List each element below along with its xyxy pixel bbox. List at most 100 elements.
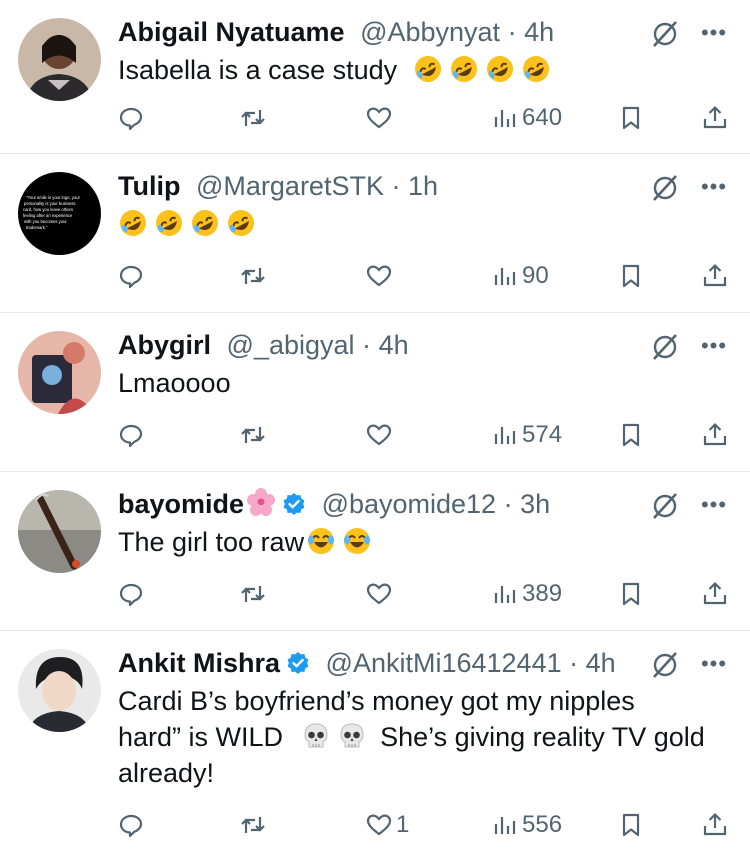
display-name[interactable]: Ankit Mishra [118, 648, 280, 678]
repost-button[interactable] [240, 578, 266, 610]
user-handle[interactable]: @Abbynyat [360, 17, 500, 47]
repost-icon [240, 105, 266, 131]
tweet-header: Abygirl @_abigyal · 4h [118, 327, 640, 363]
avatar[interactable] [18, 18, 101, 101]
user-handle[interactable]: @AnkitMi16412441 [326, 648, 562, 678]
emoji-row [306, 527, 378, 557]
rofl-emoji [521, 54, 551, 84]
user-handle[interactable]: @bayomide12 [322, 489, 497, 519]
tweet[interactable]: Ankit Mishra @AnkitMi16412441 · 4h ••• C… [0, 631, 750, 866]
display-name[interactable]: Abygirl [118, 330, 211, 360]
rofl-emoji [413, 54, 443, 84]
tweet-text-segment: hard” is WILD [118, 722, 284, 752]
verified-badge-icon[interactable] [282, 489, 306, 515]
share-button[interactable] [702, 102, 728, 134]
bookmark-button[interactable] [618, 809, 644, 841]
separator-dot: · [507, 17, 517, 47]
like-button[interactable] [366, 102, 392, 134]
grok-icon[interactable] [650, 332, 680, 362]
repost-button[interactable] [240, 419, 266, 451]
verified-badge-icon[interactable] [286, 648, 310, 674]
grok-icon[interactable] [650, 173, 680, 203]
share-button[interactable] [702, 809, 728, 841]
timestamp[interactable]: 4h [586, 648, 616, 678]
repost-button[interactable] [240, 102, 266, 134]
avatar[interactable] [18, 331, 101, 414]
share-icon [702, 422, 728, 448]
share-button[interactable] [702, 419, 728, 451]
views-button[interactable]: 556 [492, 809, 562, 841]
display-name[interactable]: Abigail Nyatuame [118, 17, 345, 47]
grok-icon[interactable] [650, 650, 680, 680]
display-name[interactable]: Tulip [118, 171, 180, 201]
more-options-icon[interactable]: ••• [696, 18, 732, 48]
timestamp[interactable]: 1h [408, 171, 438, 201]
share-icon [702, 263, 728, 289]
tweet-text: Lmaoooo [118, 365, 730, 401]
views-button[interactable]: 389 [492, 578, 562, 610]
repost-icon [240, 581, 266, 607]
avatar[interactable] [18, 490, 101, 573]
views-button[interactable]: 574 [492, 419, 562, 451]
bookmark-button[interactable] [618, 578, 644, 610]
more-options-icon[interactable]: ••• [696, 490, 732, 520]
views-button[interactable]: 640 [492, 102, 562, 134]
rofl-emoji [118, 208, 148, 238]
separator-dot: · [391, 171, 401, 201]
repost-button[interactable] [240, 260, 266, 292]
tweet-text [118, 206, 730, 242]
like-button[interactable]: 1 [366, 809, 409, 841]
view-count: 556 [522, 811, 563, 838]
avatar-quote-line: trademark." [26, 225, 48, 230]
tweet[interactable]: Abigail Nyatuame @Abbynyat · 4h ••• Isab… [0, 0, 750, 154]
more-options-icon[interactable]: ••• [696, 649, 732, 679]
tweet-actions: 640 [118, 102, 730, 134]
reply-icon [118, 812, 144, 838]
timestamp[interactable]: 4h [379, 330, 409, 360]
joy-emoji [306, 526, 336, 556]
timestamp[interactable]: 3h [520, 489, 550, 519]
more-options-icon[interactable]: ••• [696, 331, 732, 361]
user-handle[interactable]: @MargaretSTK [196, 171, 384, 201]
tweet[interactable]: "Your smile is your logo, your personali… [0, 154, 750, 313]
avatar[interactable] [18, 649, 101, 732]
like-button[interactable] [366, 260, 392, 292]
grok-icon[interactable] [650, 19, 680, 49]
share-button[interactable] [702, 260, 728, 292]
reply-button[interactable] [118, 809, 144, 841]
share-icon [702, 105, 728, 131]
bookmark-button[interactable] [618, 260, 644, 292]
bookmark-icon [618, 422, 644, 448]
like-button[interactable] [366, 419, 392, 451]
reply-button[interactable] [118, 102, 144, 134]
avatar-quote-line: "Your smile is your logo, your [26, 195, 81, 200]
bookmark-button[interactable] [618, 419, 644, 451]
timestamp[interactable]: 4h [524, 17, 554, 47]
views-button[interactable]: 90 [492, 260, 549, 292]
tweet-text-content: Isabella is a case study [118, 55, 398, 85]
like-button[interactable] [366, 578, 392, 610]
tweet[interactable]: Abygirl @_abigyal · 4h ••• Lmaoooo 574 [0, 313, 750, 472]
joy-emoji [342, 526, 372, 556]
like-icon [366, 812, 392, 838]
tweet-text-content: The girl too raw [118, 527, 305, 557]
rofl-emoji [485, 54, 515, 84]
display-name[interactable]: bayomide [118, 489, 244, 519]
more-options-icon[interactable]: ••• [696, 172, 732, 202]
grok-icon[interactable] [650, 491, 680, 521]
share-button[interactable] [702, 578, 728, 610]
bookmark-button[interactable] [618, 102, 644, 134]
bookmark-icon [618, 581, 644, 607]
avatar[interactable]: "Your smile is your logo, your personali… [18, 172, 101, 255]
repost-button[interactable] [240, 809, 266, 841]
reply-button[interactable] [118, 260, 144, 292]
reply-button[interactable] [118, 419, 144, 451]
reply-button[interactable] [118, 578, 144, 610]
user-handle[interactable]: @_abigyal [227, 330, 355, 360]
tweet[interactable]: bayomide @bayomide12 · 3h ••• The girl t… [0, 472, 750, 631]
emoji-row [118, 209, 262, 239]
views-icon [492, 105, 518, 131]
reply-icon [118, 263, 144, 289]
tweet-header: bayomide @bayomide12 · 3h [118, 486, 640, 522]
avatar-quote-line: feeling after an experience [23, 213, 73, 218]
